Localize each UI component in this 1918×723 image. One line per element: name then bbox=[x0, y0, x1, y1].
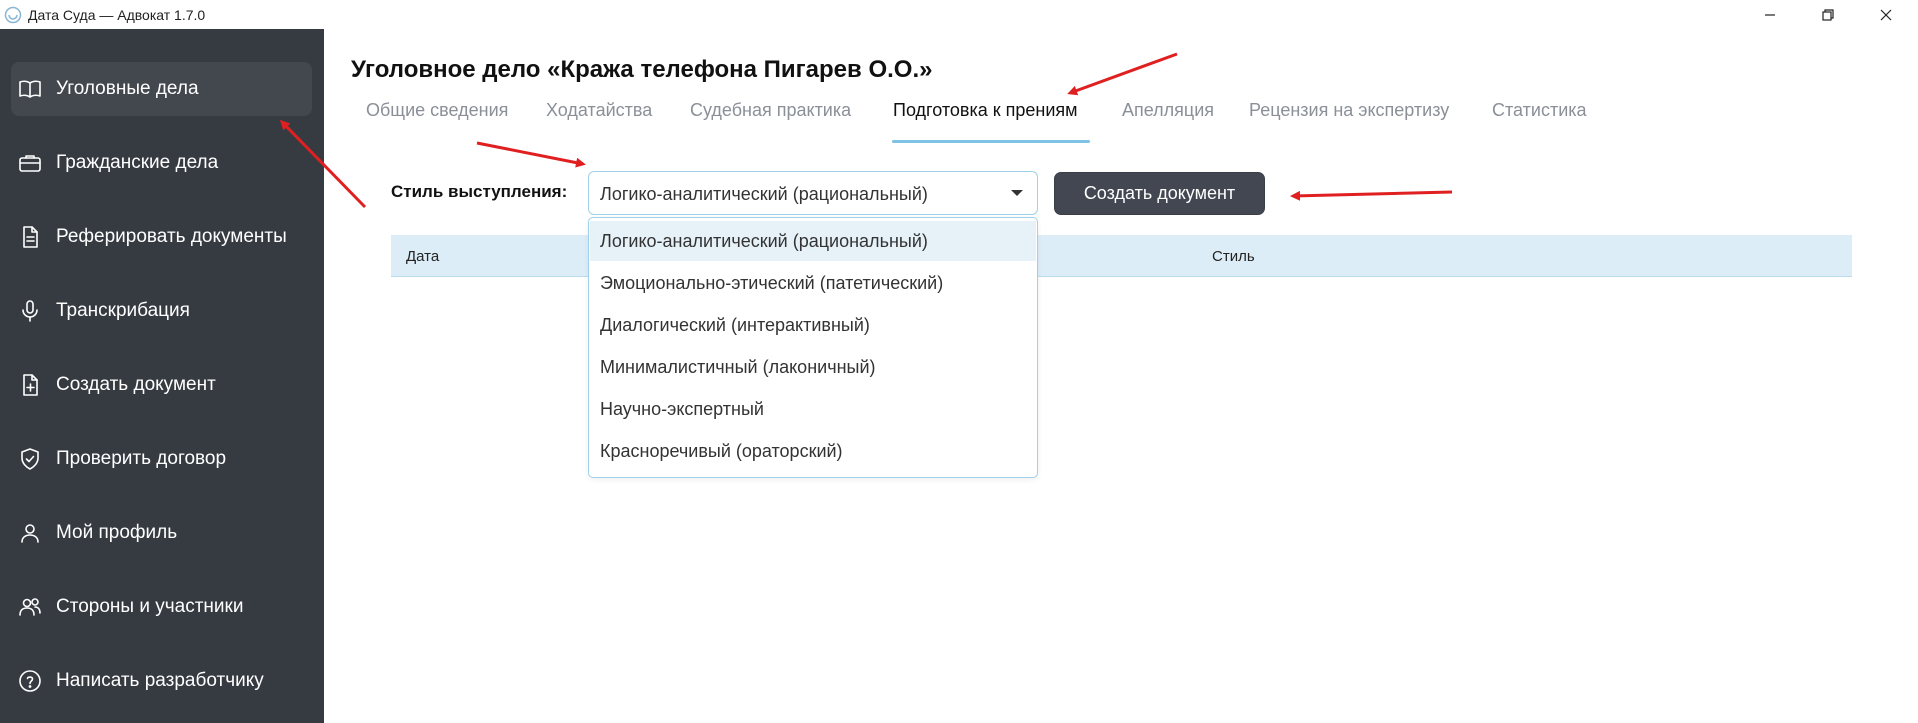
dropdown-option[interactable]: Красноречивый (ораторский) bbox=[590, 431, 1036, 471]
sidebar-item-summarize-documents[interactable]: Реферировать документы bbox=[11, 210, 312, 264]
tab-appeal[interactable]: Апелляция bbox=[1122, 100, 1214, 121]
title-bar: Дата Суда — Адвокат 1.7.0 bbox=[0, 0, 1918, 29]
minimize-icon bbox=[1765, 13, 1775, 16]
create-document-button[interactable]: Создать документ bbox=[1054, 172, 1265, 215]
sidebar-item-label: Транскрибация bbox=[56, 300, 190, 321]
users-icon bbox=[17, 594, 43, 620]
dropdown-option[interactable]: Минималистичный (лаконичный) bbox=[590, 347, 1036, 387]
tab-statistics[interactable]: Статистика bbox=[1492, 100, 1587, 121]
restore-button[interactable] bbox=[1804, 0, 1852, 29]
dropdown-option[interactable]: Логико-аналитический (рациональный) bbox=[590, 221, 1036, 261]
sidebar-item-check-contract[interactable]: Проверить договор bbox=[11, 432, 312, 486]
close-button[interactable] bbox=[1862, 0, 1910, 29]
speech-style-dropdown: Логико-аналитический (рациональный) Эмоц… bbox=[588, 217, 1038, 478]
dropdown-option[interactable]: Диалогический (интерактивный) bbox=[590, 305, 1036, 345]
close-icon bbox=[1880, 9, 1892, 20]
sidebar-item-create-document[interactable]: Создать документ bbox=[11, 358, 312, 412]
scales-logo-icon bbox=[4, 6, 22, 24]
tab-case-law[interactable]: Судебная практика bbox=[690, 100, 851, 121]
tab-expert-review[interactable]: Рецензия на экспертизу bbox=[1249, 100, 1449, 121]
sidebar-item-contact-developer[interactable]: Написать разработчику bbox=[11, 654, 312, 708]
column-header-style[interactable]: Стиль bbox=[1212, 248, 1255, 265]
active-tab-indicator bbox=[892, 140, 1090, 143]
sidebar-item-my-profile[interactable]: Мой профиль bbox=[11, 506, 312, 560]
sidebar-item-label: Проверить договор bbox=[56, 448, 227, 469]
annotation-arrow bbox=[476, 141, 586, 168]
column-header-date[interactable]: Дата bbox=[406, 248, 439, 265]
window-title: Дата Суда — Адвокат 1.7.0 bbox=[28, 7, 206, 23]
document-text-icon bbox=[17, 224, 43, 250]
caret-down-icon bbox=[1011, 190, 1023, 196]
sidebar-item-label: Уголовные дела bbox=[56, 78, 199, 99]
shield-check-icon bbox=[17, 446, 43, 472]
tab-debate-preparation[interactable]: Подготовка к прениям bbox=[893, 100, 1078, 121]
sidebar-item-criminal-cases[interactable]: Уголовные дела bbox=[11, 62, 312, 116]
annotation-arrow bbox=[1290, 190, 1453, 201]
page-title: Уголовное дело «Кража телефона Пигарев О… bbox=[351, 56, 933, 83]
sidebar-item-label: Реферировать документы bbox=[56, 226, 287, 247]
briefcase-icon bbox=[17, 150, 43, 176]
sidebar-item-transcription[interactable]: Транскрибация bbox=[11, 284, 312, 338]
book-open-icon bbox=[17, 76, 43, 102]
speech-style-select[interactable]: Логико-аналитический (рациональный) bbox=[588, 171, 1038, 215]
speech-style-selected-value: Логико-аналитический (рациональный) bbox=[600, 184, 928, 204]
restore-icon bbox=[1822, 8, 1834, 21]
sidebar-item-label: Гражданские дела bbox=[56, 152, 219, 173]
sidebar-item-parties[interactable]: Стороны и участники bbox=[11, 580, 312, 634]
question-circle-icon bbox=[17, 668, 43, 694]
microphone-icon bbox=[17, 298, 43, 324]
sidebar-item-label: Написать разработчику bbox=[56, 670, 264, 691]
dropdown-option[interactable]: Эмоционально-этический (патетический) bbox=[590, 263, 1036, 303]
annotation-arrow bbox=[1067, 52, 1178, 96]
dropdown-option[interactable]: Научно-экспертный bbox=[590, 389, 1036, 429]
tab-general-info[interactable]: Общие сведения bbox=[366, 100, 508, 121]
sidebar-item-label: Мой профиль bbox=[56, 522, 178, 543]
minimize-button[interactable] bbox=[1746, 0, 1794, 29]
speech-style-label: Стиль выступления: bbox=[391, 182, 568, 201]
sidebar-item-label: Создать документ bbox=[56, 374, 216, 395]
sidebar-item-civil-cases[interactable]: Гражданские дела bbox=[11, 136, 312, 190]
tab-motions[interactable]: Ходатайства bbox=[546, 100, 652, 121]
sidebar-item-label: Стороны и участники bbox=[56, 596, 244, 617]
document-plus-icon bbox=[17, 372, 43, 398]
sidebar: Уголовные дела Гражданские дела Рефериро… bbox=[0, 29, 324, 723]
user-icon bbox=[17, 520, 43, 546]
